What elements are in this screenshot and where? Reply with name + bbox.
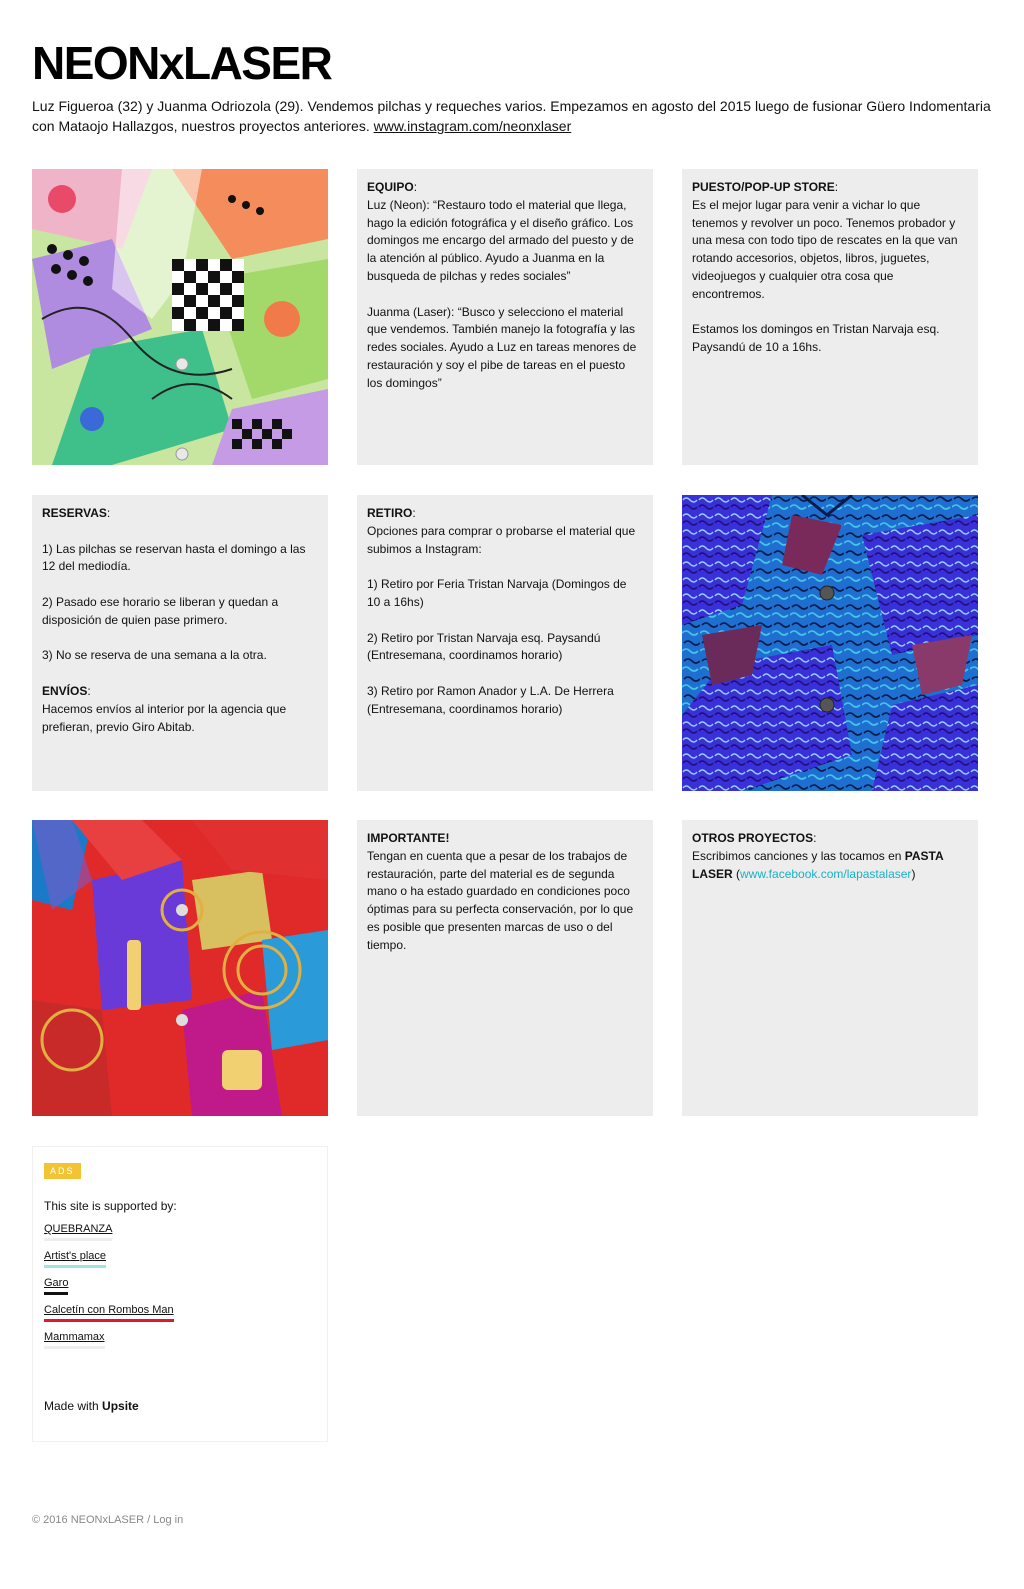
made-with: Made with Upsite — [44, 1399, 139, 1413]
sponsor-link[interactable]: Artist's place — [44, 1250, 107, 1268]
envios-text: Hacemos envíos al interior por la agenci… — [42, 701, 287, 734]
puesto-card: PUESTO/POP-UP STORE: Es el mejor lugar p… — [682, 169, 978, 465]
shirt-photo-blue-image — [682, 495, 978, 791]
sponsor-link[interactable]: Garo — [44, 1277, 69, 1295]
shirt-photo-baroque[interactable] — [32, 820, 328, 1116]
reservas-rule-1: 1) Las pilchas se reservan hasta el domi… — [42, 541, 306, 574]
retiro-option-2: 2) Retiro por Tristan Narvaja esq. Paysa… — [367, 630, 601, 663]
ads-card: ADS This site is supported by: QUEBRANZA… — [32, 1146, 328, 1442]
upsite-link[interactable]: Upsite — [102, 1399, 139, 1413]
importante-heading: IMPORTANTE! — [367, 831, 450, 845]
sponsor-list: QUEBRANZA Artist's place Garo Calcetín c… — [44, 1223, 316, 1349]
site-intro: Luz Figueroa (32) y Juanma Odriozola (29… — [32, 96, 992, 136]
sponsor-link[interactable]: Mammamax — [44, 1331, 105, 1349]
ads-badge: ADS — [44, 1163, 81, 1179]
retiro-option-1: 1) Retiro por Feria Tristan Narvaja (Dom… — [367, 577, 627, 609]
shirt-photo-pastel[interactable] — [32, 169, 328, 465]
importante-card: IMPORTANTE! Tengan en cuenta que a pesar… — [357, 820, 653, 1116]
made-with-label: Made with — [44, 1399, 103, 1413]
reservas-card: RESERVAS: 1) Las pilchas se reservan has… — [32, 495, 328, 791]
reservas-rule-3: 3) No se reserva de una semana a la otra… — [42, 648, 267, 663]
retiro-intro: Opciones para comprar o probarse el mate… — [367, 523, 636, 556]
puesto-heading: PUESTO/POP-UP STORE — [692, 180, 835, 194]
otros-text-before: Escribimos canciones y las tocamos en — [692, 848, 905, 863]
equipo-card: EQUIPO: Luz (Neon): “Restauro todo el ma… — [357, 169, 653, 465]
facebook-link[interactable]: www.facebook.com/lapastalaser — [740, 867, 911, 881]
sponsor-link[interactable]: QUEBRANZA — [44, 1223, 113, 1241]
reservas-heading: RESERVAS — [42, 506, 107, 520]
reservas-rule-2: 2) Pasado ese horario se liberan y queda… — [42, 594, 279, 627]
otros-paren-open: ( — [732, 866, 741, 881]
retiro-option-3: 3) Retiro por Ramon Anador y L.A. De Her… — [367, 683, 614, 716]
puesto-text-1: Es el mejor lugar para venir a vichar lo… — [692, 197, 958, 301]
otros-heading: OTROS PROYECTOS — [692, 831, 814, 845]
login-link[interactable]: Log in — [153, 1514, 183, 1526]
otros-text: Escribimos canciones y las tocamos en PA… — [692, 848, 968, 884]
envios-heading: ENVÍOS — [42, 683, 88, 698]
otros-paren-close: ) — [911, 866, 916, 881]
footer-separator: / — [144, 1514, 154, 1526]
site-title: NEONxLASER — [32, 37, 333, 89]
shirt-photo-pastel-image — [32, 169, 328, 465]
otros-proyectos-card: OTROS PROYECTOS: Escribimos canciones y … — [682, 820, 978, 1116]
equipo-heading: EQUIPO — [367, 180, 414, 194]
retiro-card: RETIRO: Opciones para comprar o probarse… — [357, 495, 653, 791]
instagram-link[interactable]: www.instagram.com/neonxlaser — [374, 118, 572, 134]
shirt-photo-blue[interactable] — [682, 495, 978, 791]
sponsor-link[interactable]: Calcetín con Rombos Man — [44, 1304, 174, 1322]
footer: © 2016 NEONxLASER / Log in — [32, 1514, 183, 1526]
shirt-photo-baroque-image — [32, 820, 328, 1116]
ads-supported-by: This site is supported by: — [44, 1199, 177, 1213]
importante-text: Tengan en cuenta que a pesar de los trab… — [367, 848, 634, 952]
puesto-text-2: Estamos los domingos en Tristan Narvaja … — [692, 322, 940, 355]
equipo-juanma-text: Juanma (Laser): “Busco y selecciono el m… — [367, 304, 637, 390]
footer-copyright: © 2016 NEONxLASER — [32, 1514, 145, 1526]
equipo-luz-text: Luz (Neon): “Restauro todo el material q… — [367, 197, 634, 283]
retiro-heading: RETIRO — [367, 506, 413, 520]
